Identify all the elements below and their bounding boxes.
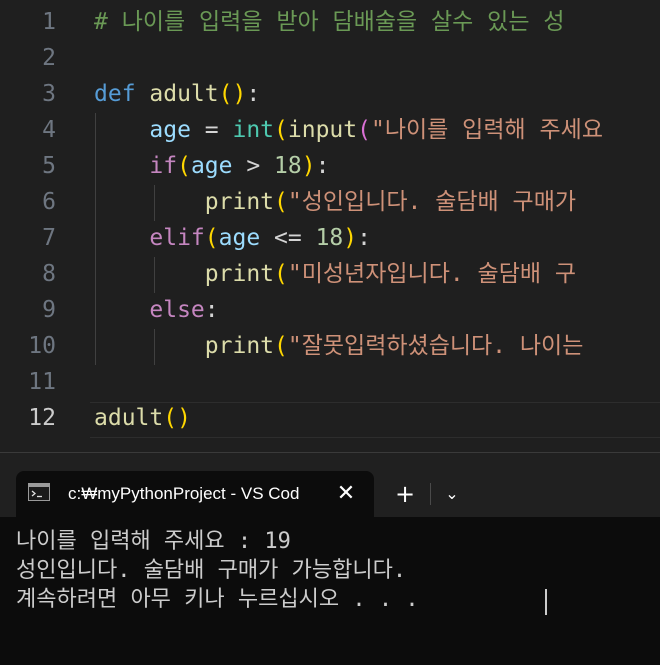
close-icon[interactable]: ✕ xyxy=(334,471,358,517)
code-token: print xyxy=(204,189,275,215)
code-token: "미성년자입니다. 술담배 구 xyxy=(287,261,577,287)
code-token: ) xyxy=(343,225,358,251)
code-token: : xyxy=(204,297,219,323)
code-line[interactable]: 7 elif(age <= 18): xyxy=(0,220,660,256)
code-token: print xyxy=(204,333,275,359)
code-token: ( xyxy=(274,333,288,359)
code-token: "잘못입력하셨습니다. 나이는 xyxy=(287,333,584,359)
code-token: ) xyxy=(177,405,191,431)
code-token: input xyxy=(287,117,358,143)
code-token: "나이를 입력해 주세요 xyxy=(371,117,603,143)
code-line[interactable]: 1 # 나이를 입력을 받아 담배술을 살수 있는 성 xyxy=(0,4,660,40)
code-editor[interactable]: 1 # 나이를 입력을 받아 담배술을 살수 있는 성 2 3 def adult():… xyxy=(0,0,660,438)
code-token: 18 xyxy=(274,153,302,179)
new-tab-button[interactable]: + xyxy=(392,471,418,517)
code-token: : xyxy=(246,81,261,107)
terminal-output-line: 계속하려면 아무 키나 누르십시오 . . . xyxy=(16,587,419,612)
code-token: ( xyxy=(274,189,288,215)
code-token: "성인입니다. 술담배 구매가 xyxy=(287,189,577,215)
code-token: # 나이를 입력을 받아 담배술을 살수 있는 성 xyxy=(94,9,565,35)
code-text: if(age > 18): xyxy=(94,148,329,184)
code-token: > xyxy=(232,153,275,179)
line-number: 5 xyxy=(42,153,56,179)
code-token: ( xyxy=(274,117,288,143)
code-token: 18 xyxy=(315,225,344,251)
line-number: 10 xyxy=(28,333,56,359)
code-token: ( xyxy=(357,117,371,143)
terminal-output-line: 성인입니다. 술담배 구매가 가능합니다. xyxy=(16,558,407,583)
code-token: = xyxy=(190,117,233,143)
code-token: ( xyxy=(204,225,219,251)
line-number: 3 xyxy=(42,81,56,107)
code-line[interactable]: 10 print("잘못입력하셨습니다. 나이는 xyxy=(0,328,660,364)
code-line[interactable]: 9 else: xyxy=(0,292,660,328)
line-number: 7 xyxy=(42,225,56,251)
code-line[interactable]: 8 print("미성년자입니다. 술담배 구 xyxy=(0,256,660,292)
code-text: def adult(): xyxy=(94,76,260,112)
code-text: adult() xyxy=(94,400,191,436)
tab-divider xyxy=(430,483,431,505)
code-line[interactable]: 2 xyxy=(0,40,660,76)
code-token: age xyxy=(149,117,191,143)
code-line[interactable]: 3 def adult(): xyxy=(0,76,660,112)
code-token: if xyxy=(149,153,178,179)
terminal-icon xyxy=(28,483,50,501)
code-token: elif xyxy=(149,225,205,251)
code-line[interactable]: 5 if(age > 18): xyxy=(0,148,660,184)
code-text: else: xyxy=(94,292,219,328)
line-number: 4 xyxy=(42,117,56,143)
code-token: <= xyxy=(260,225,316,251)
code-token: ) xyxy=(301,153,316,179)
code-token: : xyxy=(315,153,330,179)
code-token: ( xyxy=(163,405,178,431)
code-token: print xyxy=(204,261,275,287)
code-token: : xyxy=(357,225,371,251)
code-token: adult xyxy=(149,81,219,107)
code-token: ) xyxy=(232,81,247,107)
text-cursor xyxy=(545,589,547,615)
line-number: 1 xyxy=(42,9,56,35)
code-token: int xyxy=(232,117,275,143)
line-number: 11 xyxy=(28,369,56,395)
code-text: # 나이를 입력을 받아 담배술을 살수 있는 성 xyxy=(94,4,565,40)
code-token: ( xyxy=(177,153,191,179)
code-line[interactable]: 11 xyxy=(0,364,660,400)
code-text: print("잘못입력하셨습니다. 나이는 xyxy=(94,328,584,364)
line-number: 9 xyxy=(42,297,56,323)
code-token: adult xyxy=(94,405,164,431)
code-token: else xyxy=(149,297,205,323)
line-number: 2 xyxy=(42,45,56,71)
line-number: 8 xyxy=(42,261,56,287)
code-text: print("미성년자입니다. 술담배 구 xyxy=(94,256,576,292)
terminal-window[interactable]: c:₩myPythonProject - VS Cod ✕ + ⌄ 나이를 입력… xyxy=(0,452,660,665)
code-token: age xyxy=(218,225,261,251)
code-token: def xyxy=(94,81,150,107)
code-line[interactable]: 6 print("성인입니다. 술담배 구매가 xyxy=(0,184,660,220)
code-line[interactable]: 12 adult() xyxy=(0,400,660,436)
terminal-tab-title: c:₩myPythonProject - VS Cod xyxy=(68,484,300,503)
terminal-output-line: 나이를 입력해 주세요 : 19 xyxy=(16,529,291,554)
chevron-down-icon[interactable]: ⌄ xyxy=(440,471,464,517)
line-number: 12 xyxy=(28,405,56,431)
terminal-tab[interactable]: c:₩myPythonProject - VS Cod ✕ xyxy=(16,471,374,517)
code-token: ( xyxy=(218,81,233,107)
code-token: age xyxy=(190,153,233,179)
code-text: age = int(input("나이를 입력해 주세요 xyxy=(94,112,603,148)
terminal-tab-bar: c:₩myPythonProject - VS Cod ✕ + ⌄ xyxy=(0,453,660,517)
code-token: ( xyxy=(274,261,288,287)
code-line[interactable]: 4 age = int(input("나이를 입력해 주세요 xyxy=(0,112,660,148)
line-number: 6 xyxy=(42,189,56,215)
code-text: print("성인입니다. 술담배 구매가 xyxy=(94,184,576,220)
code-text: elif(age <= 18): xyxy=(94,220,371,256)
